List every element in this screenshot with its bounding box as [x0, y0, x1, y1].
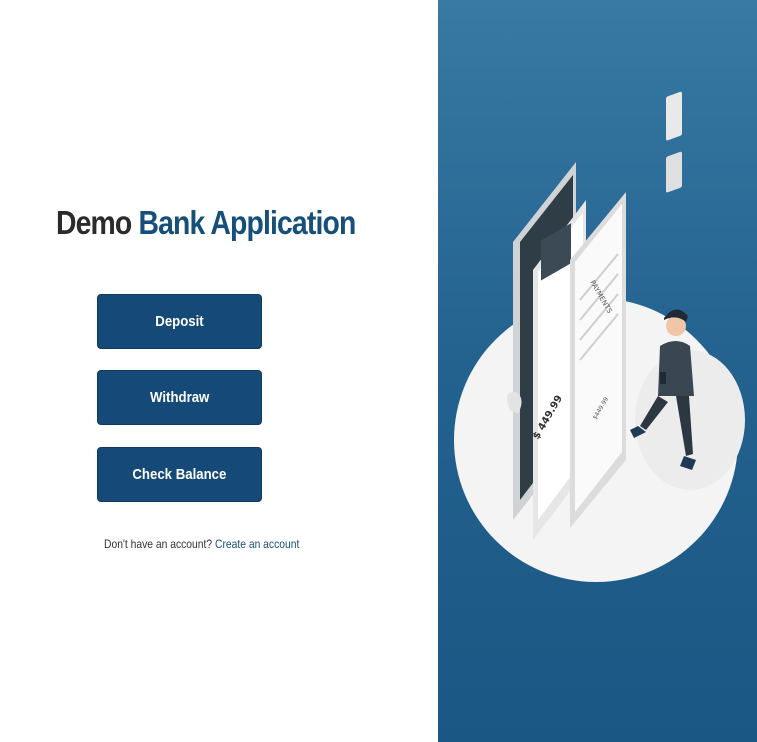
signup-prompt-text: Don't have an account? [104, 537, 213, 551]
withdraw-button[interactable]: Withdraw [97, 370, 262, 425]
illustration-panel: PAYMENTS $ 449.99 $449.99 [438, 0, 757, 742]
check-balance-button[interactable]: Check Balance [97, 447, 262, 502]
title-bank-application: Bank Application [138, 204, 356, 241]
signup-prompt: Don't have an account? Create an account [104, 537, 299, 551]
check-balance-button-label: Check Balance [132, 466, 227, 483]
mobile-payment-illustration-icon: PAYMENTS $ 449.99 $449.99 [454, 91, 745, 582]
page-title: Demo Bank Application [56, 204, 356, 242]
left-panel: Demo Bank Application Deposit Withdraw C… [0, 0, 438, 742]
deposit-button-label: Deposit [155, 313, 204, 330]
withdraw-button-label: Withdraw [149, 389, 210, 406]
app-page: Demo Bank Application Deposit Withdraw C… [0, 0, 757, 742]
title-demo: Demo [56, 204, 132, 241]
create-account-link[interactable]: Create an account [215, 537, 299, 551]
deposit-button[interactable]: Deposit [97, 294, 262, 349]
